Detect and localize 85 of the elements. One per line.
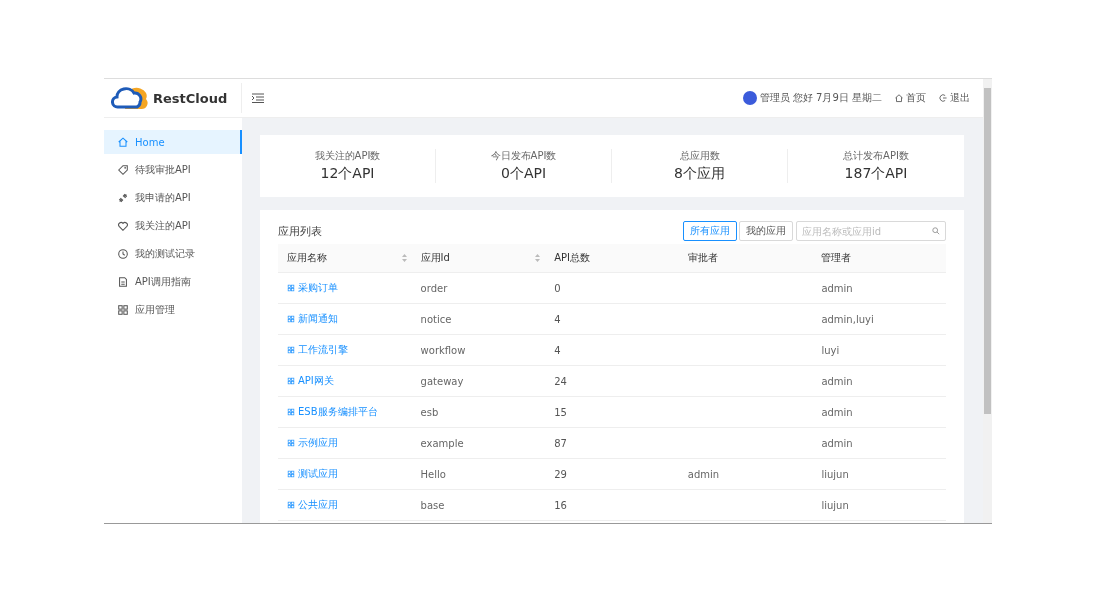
table-cell: 15: [554, 406, 567, 418]
table-cell: liujun: [821, 468, 849, 480]
table-cell: luyi: [821, 344, 840, 356]
grid-icon: [287, 501, 295, 509]
table-cell: 4: [554, 313, 561, 325]
app-name-link[interactable]: 采购订单: [287, 281, 338, 295]
stat-label: 我关注的API数: [314, 149, 381, 163]
link-icon: [117, 192, 129, 204]
table-cell: order: [420, 282, 448, 294]
table-cell: Hello: [420, 468, 446, 480]
sidebar-item[interactable]: 我申请的API: [104, 186, 242, 210]
table-cell: admin: [821, 406, 853, 418]
column-header: API总数: [554, 251, 590, 265]
clock-icon: [117, 248, 129, 260]
menu-icon[interactable]: [252, 93, 264, 103]
sidebar-item[interactable]: Home: [104, 130, 242, 154]
app-name-link[interactable]: 测试应用: [287, 467, 338, 481]
table-cell: 0: [554, 282, 561, 294]
logout-link[interactable]: 退出: [938, 91, 970, 105]
tag-icon: [117, 164, 129, 176]
table-cell: gateway: [420, 375, 464, 387]
home-icon: [894, 93, 904, 103]
filter-button[interactable]: 我的应用: [739, 221, 793, 241]
grid-icon: [117, 304, 129, 316]
stat-label: 今日发布API数: [490, 149, 557, 163]
table-cell: 87: [554, 437, 567, 449]
table-cell: admin: [821, 437, 853, 449]
filter-button[interactable]: 所有应用: [683, 221, 737, 241]
grid-icon: [287, 470, 295, 478]
greeting-text: 管理员 您好 7月9日 星期二: [759, 91, 882, 105]
app-name-link[interactable]: API网关: [287, 374, 334, 388]
sidebar-item[interactable]: 待我审批API: [104, 158, 242, 182]
app-name-link[interactable]: 工作流引擎: [287, 343, 348, 357]
avatar[interactable]: [742, 91, 757, 105]
table-cell: admin: [687, 468, 720, 480]
grid-icon: [287, 315, 295, 323]
app-name-link[interactable]: 示例应用: [287, 436, 338, 450]
table-cell: example: [420, 437, 464, 449]
grid-icon: [287, 377, 295, 385]
table-cell: base: [420, 499, 445, 511]
stat-value: 12个API: [320, 165, 375, 183]
sidebar-item[interactable]: 应用管理: [104, 298, 242, 322]
app-name-link[interactable]: ESB服务编排平台: [287, 405, 378, 419]
column-header: 管理者: [821, 251, 852, 265]
stat-value: 187个API: [844, 165, 908, 183]
logout-icon: [938, 93, 948, 103]
heart-icon: [117, 220, 129, 232]
column-header: 应用Id: [420, 251, 450, 265]
stat-value: 0个API: [500, 165, 547, 183]
cloud-logo-icon: [111, 85, 149, 111]
search-icon[interactable]: [932, 227, 940, 235]
grid-icon: [287, 408, 295, 416]
table-cell: 4: [554, 344, 561, 356]
table-cell: admin: [821, 375, 853, 387]
sort-icon[interactable]: [535, 254, 541, 262]
table-cell: admin,luyi: [821, 313, 874, 325]
column-header: 应用名称: [287, 251, 327, 265]
table-cell: liujun: [821, 499, 849, 511]
scrollbar[interactable]: [983, 79, 992, 523]
table-cell: admin: [821, 282, 853, 294]
card-title: 应用列表: [278, 223, 322, 239]
sidebar-item[interactable]: API调用指南: [104, 270, 242, 294]
home-link[interactable]: 首页: [894, 91, 926, 105]
table-cell: workflow: [420, 344, 466, 356]
home-icon: [117, 136, 129, 148]
search-field[interactable]: 应用名称或应用id: [796, 221, 946, 241]
stat-label: 总应用数: [679, 149, 720, 163]
stat-value: 8个应用: [674, 165, 725, 183]
sidebar-item[interactable]: 我关注的API: [104, 214, 242, 238]
table-cell: 16: [554, 499, 567, 511]
sort-icon[interactable]: [401, 254, 407, 262]
sidebar-item[interactable]: 我的测试记录: [104, 242, 242, 266]
app-name-link[interactable]: 公共应用: [287, 498, 338, 512]
grid-icon: [287, 346, 295, 354]
table-cell: esb: [420, 406, 439, 418]
table-cell: 29: [554, 468, 567, 480]
column-header: 审批者: [687, 251, 718, 265]
table-cell: notice: [420, 313, 452, 325]
document-icon: [117, 276, 129, 288]
app-name-link[interactable]: 新闻通知: [287, 312, 338, 326]
stat-label: 总计发布API数: [843, 149, 909, 163]
grid-icon: [287, 439, 295, 447]
logo-text: RestCloud: [153, 90, 228, 106]
grid-icon: [287, 284, 295, 292]
table-cell: 24: [554, 375, 567, 387]
